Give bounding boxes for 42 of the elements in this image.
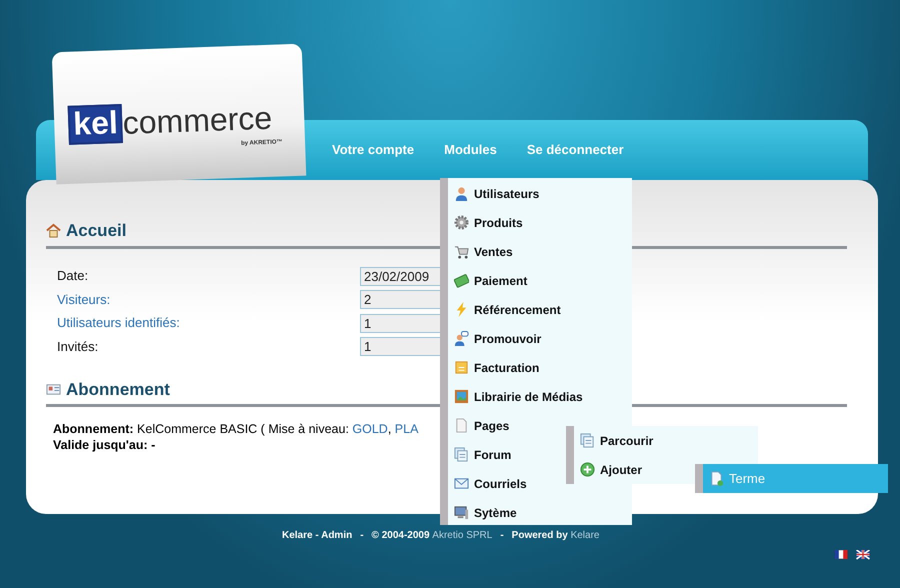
card-icon: [46, 382, 61, 397]
envelope-icon: [454, 476, 469, 491]
field-link[interactable]: Visiteurs:: [57, 292, 110, 307]
field-label: Date:: [57, 268, 88, 284]
logo-name: commerce: [122, 102, 273, 139]
menu-item[interactable]: Utilisateurs: [448, 179, 632, 208]
menu-item[interactable]: Sytème: [448, 498, 632, 527]
menu-item[interactable]: Librairie de Médias: [448, 382, 632, 411]
field-label: Invités:: [57, 338, 98, 354]
subscription-text: Abonnement: KelCommerce BASIC ( Mise à niveau: GOLD, PLA: [53, 421, 418, 437]
home-icon: [46, 223, 61, 238]
menu-item[interactable]: Ventes: [448, 237, 632, 266]
field-link[interactable]: Utilisateurs identifiés:: [57, 315, 180, 330]
menu-item[interactable]: Produits: [448, 208, 632, 237]
user-speech-icon: [454, 331, 469, 346]
page-icon: [454, 418, 469, 433]
validity-text: Valide jusqu'au: -: [53, 437, 156, 453]
invoice-icon: [454, 360, 469, 375]
section-title: Accueil: [66, 220, 126, 242]
pages-icon: [580, 433, 595, 448]
pages-icon: [454, 447, 469, 462]
new-page-icon: [709, 471, 724, 486]
footer-separator: -: [360, 529, 364, 543]
menu-item[interactable]: Parcourir: [574, 426, 758, 455]
banknote-icon: [454, 273, 469, 288]
section-title: Abonnement: [66, 378, 170, 400]
powered-link[interactable]: Kelare: [570, 530, 600, 541]
footer-separator: -: [500, 529, 504, 543]
upgrade-link[interactable]: GOLD: [352, 422, 388, 436]
logo-mark: kel: [68, 103, 124, 144]
footer-text: Kelare - Admin: [282, 529, 352, 543]
lightning-icon: [454, 302, 469, 317]
plus-icon: [580, 462, 595, 477]
gear-icon: [454, 215, 469, 230]
user-icon: [454, 186, 469, 201]
powered-text: Powered by Kelare: [512, 529, 600, 543]
pictures-icon: [454, 389, 469, 404]
copyright-text: © 2004-2009 Akretio SPRL: [372, 529, 492, 543]
company-link[interactable]: Akretio SPRL: [432, 530, 492, 541]
cart-icon: [454, 244, 469, 259]
upgrade-link[interactable]: PLA: [394, 422, 418, 436]
computer-icon: [454, 505, 469, 520]
